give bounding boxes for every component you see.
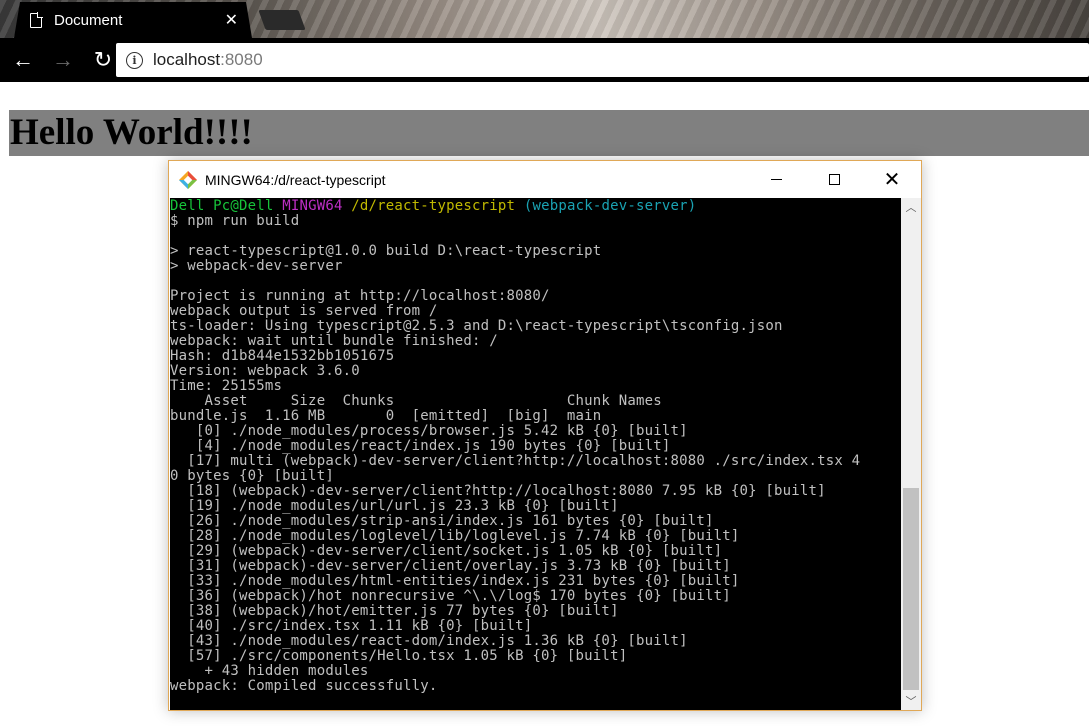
scroll-up-icon[interactable]: ︿ (901, 198, 921, 216)
terminal-line: [40] ./src/index.tsx 1.11 kB {0} [built] (170, 618, 533, 634)
url-port: :8080 (220, 50, 263, 69)
minimize-button[interactable] (747, 161, 805, 198)
scroll-thumb[interactable] (903, 488, 919, 690)
tab-title: Document (54, 11, 123, 29)
tab-strip: Document ✕ (0, 0, 1089, 38)
terminal-line: [57] ./src/components/Hello.tsx 1.05 kB … (170, 648, 628, 664)
prompt-path: /d/react-typescript (351, 198, 516, 214)
address-bar[interactable]: i localhost:8080 (116, 43, 1089, 77)
terminal-prompt-line: Dell Pc@Dell MINGW64 /d/react-typescript… (170, 199, 901, 214)
info-icon[interactable]: i (126, 51, 143, 69)
terminal-title: MINGW64:/d/react-typescript (205, 171, 386, 188)
terminal-line: [28] ./node_modules/loglevel/lib/logleve… (170, 528, 740, 544)
prompt-shell: MINGW64 (282, 198, 343, 214)
terminal-line: [38] (webpack)/hot/emitter.js 77 bytes {… (170, 603, 619, 619)
terminal-line: webpack: Compiled successfully. (170, 678, 438, 694)
terminal-line: [29] (webpack)-dev-server/client/socket.… (170, 543, 723, 559)
forward-button[interactable]: → (46, 43, 80, 77)
tab-document[interactable]: Document ✕ (14, 2, 252, 38)
terminal-line: [0] ./node_modules/process/browser.js 5.… (170, 423, 688, 439)
document-icon (30, 13, 42, 28)
terminal-line: Project is running at http://localhost:8… (170, 288, 550, 304)
terminal-line: ts-loader: Using typescript@2.5.3 and D:… (170, 318, 783, 334)
terminal-output[interactable]: Dell Pc@Dell MINGW64 /d/react-typescript… (170, 198, 901, 710)
terminal-scrollbar[interactable]: ︿ ﹀ (901, 198, 921, 710)
terminal-line: Asset Size Chunks Chunk Names (170, 393, 662, 409)
terminal-line: 0 bytes {0} [built] (170, 468, 334, 484)
url-host: localhost (153, 50, 221, 69)
minimize-icon (770, 179, 782, 180)
terminal-log: > react-typescript@1.0.0 build D:\react-… (170, 229, 901, 694)
terminal-line: [31] (webpack)-dev-server/client/overlay… (170, 558, 731, 574)
git-bash-icon (179, 170, 197, 189)
maximize-icon (828, 174, 840, 185)
page-heading: Hello World!!!! (9, 110, 1089, 156)
prompt-user: Dell Pc@Dell (170, 198, 274, 214)
close-icon: ✕ (883, 168, 901, 191)
terminal-line: + 43 hidden modules (170, 663, 369, 679)
close-button[interactable]: ✕ (863, 161, 921, 198)
browser-toolbar: ← → ↻ i localhost:8080 (0, 38, 1089, 82)
back-button[interactable]: ← (6, 43, 40, 77)
terminal-line: [43] ./node_modules/react-dom/index.js 1… (170, 633, 688, 649)
terminal-line: > webpack-dev-server (170, 258, 343, 274)
new-tab-button[interactable] (258, 10, 306, 30)
tab-close-icon[interactable]: ✕ (225, 10, 238, 30)
terminal-line: [18] (webpack)-dev-server/client?http://… (170, 483, 826, 499)
terminal-line: [4] ./node_modules/react/index.js 190 by… (170, 438, 671, 454)
terminal-line: [17] multi (webpack)-dev-server/client?h… (170, 453, 861, 469)
terminal-line: webpack output is served from / (170, 303, 438, 319)
terminal-line: webpack: wait until bundle finished: / (170, 333, 498, 349)
terminal-window[interactable]: MINGW64:/d/react-typescript ✕ Dell Pc@De… (168, 160, 922, 711)
terminal-line: bundle.js 1.16 MB 0 [emitted] [big] main (170, 408, 602, 424)
terminal-line: [33] ./node_modules/html-entities/index.… (170, 573, 740, 589)
reload-button[interactable]: ↻ (86, 43, 120, 77)
terminal-line: [36] (webpack)/hot nonrecursive ^\.\/log… (170, 588, 731, 604)
terminal-line: Time: 25155ms (170, 378, 283, 394)
terminal-titlebar[interactable]: MINGW64:/d/react-typescript ✕ (169, 161, 921, 198)
terminal-command: $ npm run build (170, 213, 300, 229)
terminal-line: [19] ./node_modules/url/url.js 23.3 kB {… (170, 498, 619, 514)
terminal-line: [26] ./node_modules/strip-ansi/index.js … (170, 513, 714, 529)
maximize-button[interactable] (805, 161, 863, 198)
url-text: localhost:8080 (153, 50, 263, 70)
terminal-line: Hash: d1b844e1532bb1051675 (170, 348, 395, 364)
terminal-line: > react-typescript@1.0.0 build D:\react-… (170, 243, 602, 259)
scroll-down-icon[interactable]: ﹀ (901, 692, 921, 710)
terminal-line: Version: webpack 3.6.0 (170, 363, 360, 379)
prompt-branch: (webpack-dev-server) (523, 198, 697, 214)
